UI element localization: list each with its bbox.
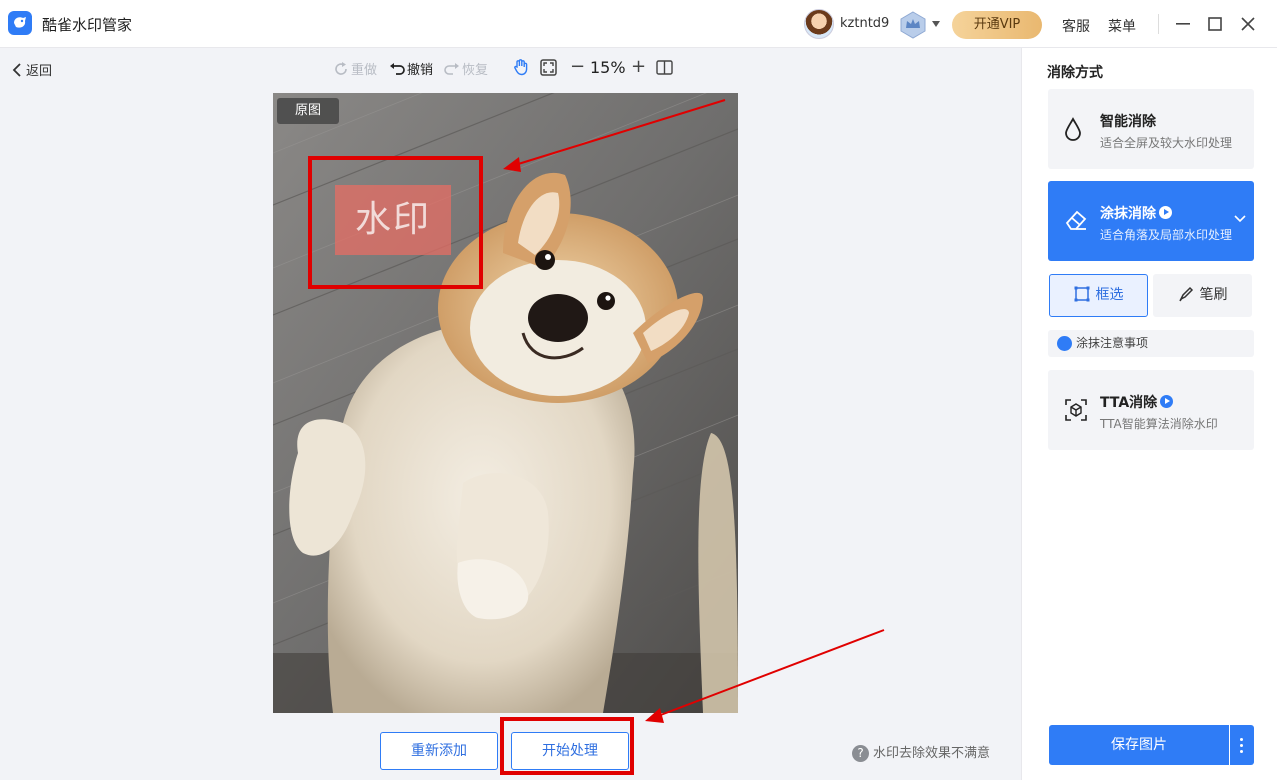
start-process-button[interactable]: 开始处理 — [511, 732, 629, 770]
avatar[interactable] — [804, 9, 834, 39]
mode-title: TTA消除 — [1100, 392, 1174, 412]
mode-subtitle: 适合全屏及较大水印处理 — [1100, 136, 1233, 150]
notice-icon — [1057, 336, 1072, 351]
restore-label: 恢复 — [462, 63, 489, 78]
mode-smear-remove[interactable]: 涂抹消除 适合角落及局部水印处理 — [1048, 181, 1254, 261]
redo-button[interactable]: 重做 — [333, 59, 377, 78]
back-button[interactable]: 返回 — [12, 60, 52, 79]
title-bar: 酷雀水印管家 kztntd9 开通VIP 客服 菜单 — [0, 0, 1277, 48]
box-select-label: 框选 — [1095, 287, 1124, 303]
mode-subtitle: 适合角落及局部水印处理 — [1100, 228, 1233, 242]
divider — [1158, 14, 1159, 34]
restore-button[interactable]: 恢复 — [444, 59, 488, 78]
redo-label: 重做 — [351, 63, 378, 78]
cube-scan-icon — [1065, 399, 1087, 421]
crown-icon[interactable] — [898, 10, 928, 40]
save-image-button[interactable]: 保存图片 — [1049, 725, 1229, 765]
menu-link[interactable]: 菜单 — [1108, 16, 1136, 36]
feedback-label: 水印去除效果不满意 — [873, 746, 991, 761]
restore-icon — [444, 63, 459, 75]
chevron-down-icon[interactable] — [931, 20, 941, 28]
mode-title: 涂抹消除 — [1100, 203, 1172, 223]
box-select-button[interactable]: 框选 — [1049, 274, 1148, 317]
maximize-icon[interactable] — [1208, 17, 1222, 31]
chevron-down-icon[interactable] — [1234, 215, 1246, 223]
redo-icon — [335, 62, 347, 75]
undo-button[interactable]: 撤销 — [389, 59, 433, 78]
undo-icon — [390, 63, 405, 75]
original-badge: 原图 — [277, 98, 339, 124]
username[interactable]: kztntd9 — [840, 16, 889, 31]
box-select-icon — [1074, 286, 1089, 302]
customer-service-link[interactable]: 客服 — [1062, 16, 1090, 36]
close-icon[interactable] — [1240, 16, 1256, 32]
vip-button[interactable]: 开通VIP — [952, 11, 1042, 39]
mode-title: 智能消除 — [1100, 114, 1156, 130]
brush-label: 笔刷 — [1199, 287, 1228, 303]
removal-mode-panel: 消除方式 智能消除 适合全屏及较大水印处理 涂抹消除 适合角落及局部水印处理 框… — [1021, 48, 1277, 780]
re-add-button[interactable]: 重新添加 — [380, 732, 498, 770]
mode-smart-remove[interactable]: 智能消除 适合全屏及较大水印处理 — [1048, 89, 1254, 169]
panel-title: 消除方式 — [1047, 65, 1103, 81]
zoom-out-button[interactable]: − — [570, 56, 585, 77]
back-label: 返回 — [26, 64, 53, 79]
brush-icon — [1178, 286, 1193, 302]
mode-subtitle: TTA智能算法消除水印 — [1100, 417, 1218, 431]
minimize-icon[interactable] — [1176, 22, 1190, 26]
eraser-icon — [1065, 210, 1087, 230]
smear-notice-link[interactable]: 涂抹注意事项 — [1048, 330, 1254, 357]
chevron-left-icon — [12, 63, 21, 77]
more-options-button[interactable] — [1230, 725, 1254, 765]
play-icon[interactable] — [1160, 395, 1174, 408]
help-icon: ? — [852, 745, 869, 762]
brush-button[interactable]: 笔刷 — [1153, 274, 1252, 317]
notice-label: 涂抹注意事项 — [1076, 336, 1149, 350]
app-logo-icon — [8, 11, 32, 35]
image-canvas[interactable]: 原图 水印 — [273, 93, 738, 713]
feedback-link[interactable]: ? 水印去除效果不满意 — [852, 742, 990, 762]
undo-label: 撤销 — [407, 63, 434, 78]
hand-pan-icon[interactable] — [512, 58, 530, 76]
zoom-level: 15% — [590, 58, 626, 77]
zoom-in-button[interactable]: + — [631, 56, 646, 77]
mode-tta-remove[interactable]: TTA消除 TTA智能算法消除水印 — [1048, 370, 1254, 450]
droplet-icon — [1065, 117, 1081, 141]
fit-screen-icon[interactable] — [540, 59, 557, 76]
play-icon[interactable] — [1159, 206, 1172, 219]
compare-icon[interactable] — [656, 60, 673, 75]
app-title: 酷雀水印管家 — [42, 16, 133, 34]
watermark-text: 水印 — [335, 185, 451, 255]
